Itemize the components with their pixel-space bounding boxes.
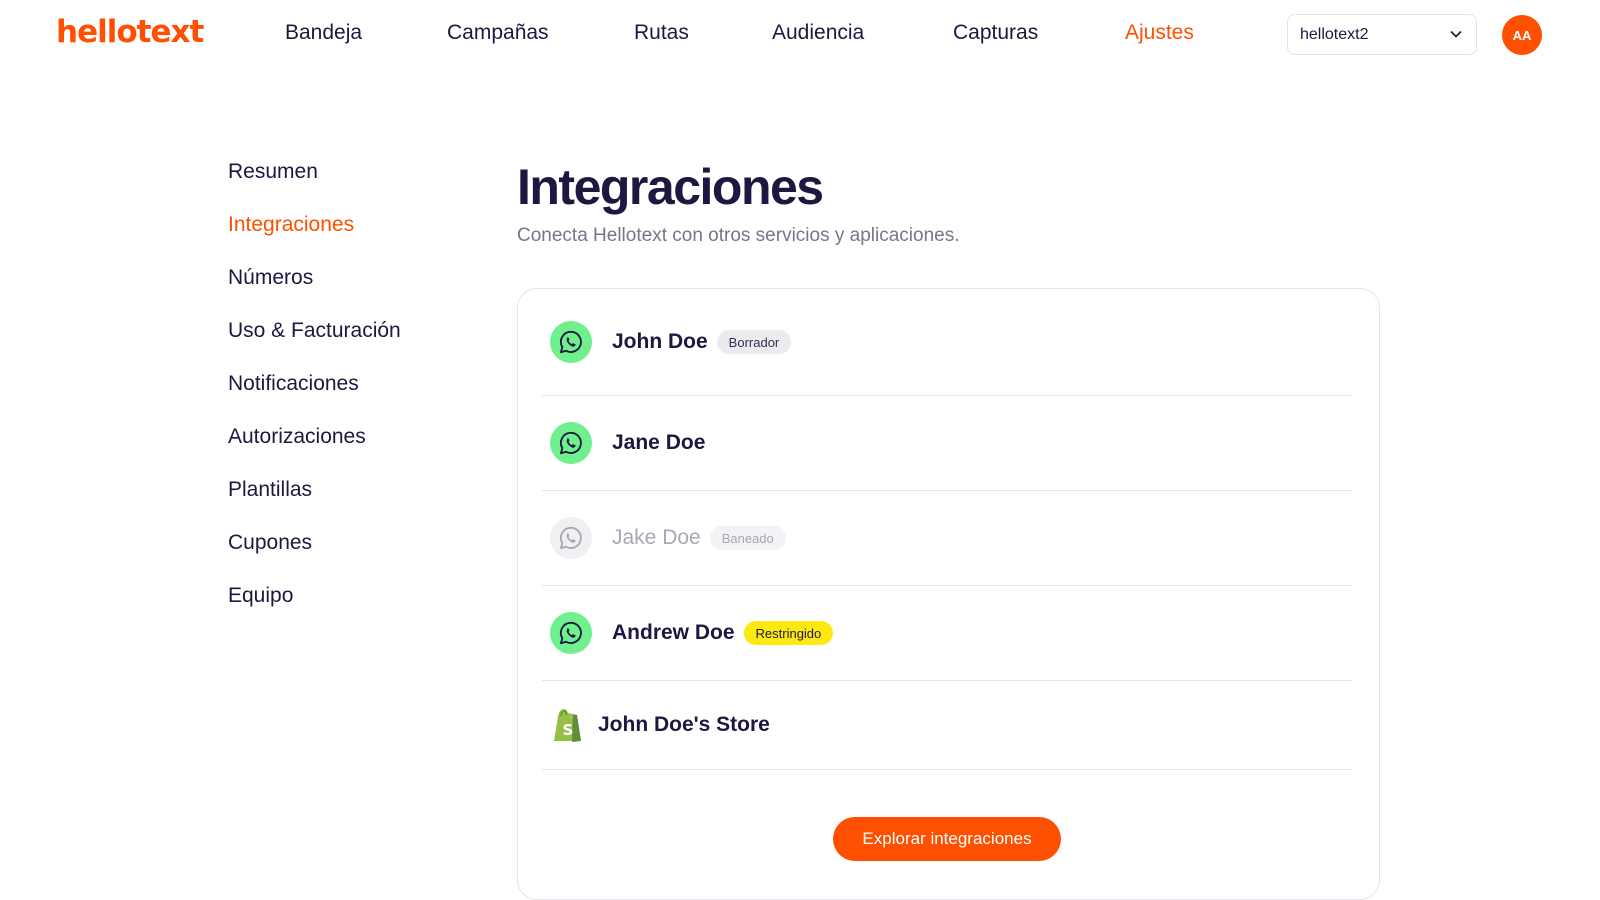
integration-row[interactable]: Jane Doe bbox=[542, 396, 1352, 491]
integrations-card: John Doe Borrador Jane Doe Jake Doe Bane… bbox=[517, 288, 1380, 900]
integration-name: Jake Doe bbox=[612, 526, 701, 549]
hellotext-logo[interactable]: hellotext bbox=[56, 14, 204, 50]
nav-item-capturas[interactable]: Capturas bbox=[953, 21, 1038, 45]
settings-side-menu: Resumen Integraciones Números Uso & Fact… bbox=[228, 160, 468, 637]
nav-item-ajustes[interactable]: Ajustes bbox=[1125, 21, 1194, 45]
status-badge: Borrador bbox=[716, 330, 792, 354]
svg-text:S: S bbox=[563, 721, 574, 739]
status-badge: Baneado bbox=[709, 526, 786, 550]
whatsapp-icon bbox=[550, 517, 592, 559]
side-item-numeros[interactable]: Números bbox=[228, 266, 468, 319]
page-subtitle: Conecta Hellotext con otros servicios y … bbox=[517, 225, 960, 246]
integration-name: Jane Doe bbox=[612, 431, 706, 454]
side-item-integraciones[interactable]: Integraciones bbox=[228, 213, 468, 266]
whatsapp-icon bbox=[550, 321, 592, 363]
shopify-icon: S bbox=[554, 708, 581, 742]
side-item-cupones[interactable]: Cupones bbox=[228, 531, 468, 584]
side-item-equipo[interactable]: Equipo bbox=[228, 584, 468, 637]
workspace-select[interactable]: hellotext2 bbox=[1287, 14, 1477, 55]
side-item-plantillas[interactable]: Plantillas bbox=[228, 478, 468, 531]
integration-row[interactable]: John Doe Borrador bbox=[542, 289, 1352, 396]
integration-name: John Doe's Store bbox=[598, 713, 770, 736]
side-item-notificaciones[interactable]: Notificaciones bbox=[228, 372, 468, 425]
top-navigation-bar: hellotext Bandeja Campañas Rutas Audienc… bbox=[0, 0, 1600, 70]
explore-integrations-button[interactable]: Explorar integraciones bbox=[833, 817, 1061, 861]
integration-row[interactable]: Andrew Doe Restringido bbox=[542, 586, 1352, 681]
status-badge: Restringido bbox=[743, 621, 834, 645]
integration-name: Andrew Doe bbox=[612, 621, 735, 644]
nav-item-audiencia[interactable]: Audiencia bbox=[772, 21, 864, 45]
user-avatar[interactable]: AA bbox=[1502, 15, 1542, 55]
whatsapp-icon bbox=[550, 422, 592, 464]
side-item-resumen[interactable]: Resumen bbox=[228, 160, 468, 213]
side-item-autorizaciones[interactable]: Autorizaciones bbox=[228, 425, 468, 478]
nav-item-campanas[interactable]: Campañas bbox=[447, 21, 549, 45]
whatsapp-icon bbox=[550, 612, 592, 654]
workspace-select-value: hellotext2 bbox=[1300, 25, 1369, 43]
chevron-down-icon bbox=[1450, 31, 1462, 38]
integration-name: John Doe bbox=[612, 330, 708, 353]
integration-row[interactable]: Jake Doe Baneado bbox=[542, 491, 1352, 586]
integration-row[interactable]: S John Doe's Store bbox=[542, 681, 1352, 770]
side-item-uso-facturacion[interactable]: Uso & Facturación bbox=[228, 319, 468, 372]
nav-item-bandeja[interactable]: Bandeja bbox=[285, 21, 362, 45]
nav-item-rutas[interactable]: Rutas bbox=[634, 21, 689, 45]
page-title: Integraciones bbox=[517, 159, 824, 215]
